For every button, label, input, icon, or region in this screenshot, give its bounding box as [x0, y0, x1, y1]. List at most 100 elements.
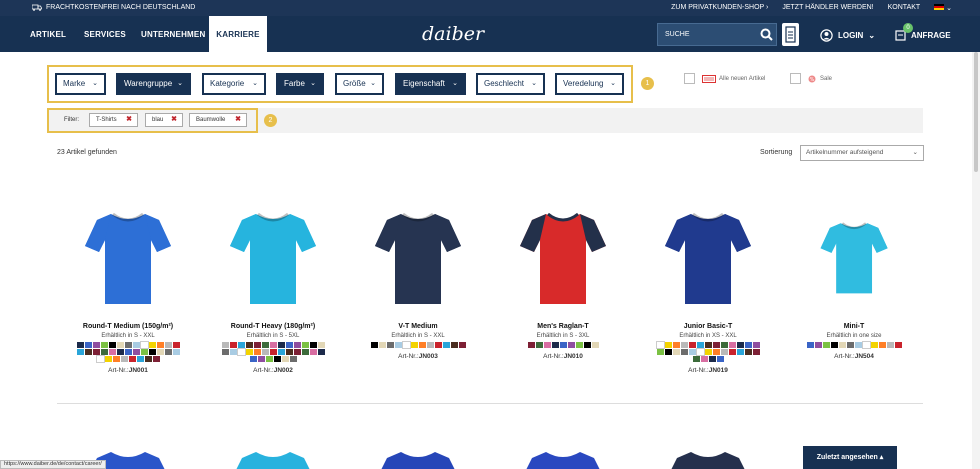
color-swatch[interactable] [172, 342, 180, 348]
color-swatch[interactable] [886, 342, 894, 348]
color-swatch[interactable] [700, 356, 708, 362]
color-swatch[interactable] [285, 342, 293, 348]
product-card[interactable]: V-T Medium Erhältlich in S - XXL Art-Nr.:J… [348, 200, 488, 360]
scrollbar-thumb[interactable] [974, 52, 978, 172]
color-swatch[interactable] [277, 349, 285, 355]
product-name[interactable]: Mini-T [784, 323, 924, 330]
color-swatch[interactable] [551, 342, 559, 348]
color-swatch[interactable] [221, 349, 229, 355]
color-swatch[interactable] [870, 342, 878, 348]
color-swatch[interactable] [704, 349, 712, 355]
color-swatch[interactable] [269, 342, 277, 348]
color-swatch[interactable] [410, 342, 418, 348]
remove-filter-icon[interactable]: ✖ [126, 114, 132, 126]
color-swatch[interactable] [84, 342, 92, 348]
color-swatch[interactable] [672, 342, 680, 348]
color-swatch[interactable] [92, 342, 100, 348]
color-swatch[interactable] [108, 342, 116, 348]
color-swatch[interactable] [132, 342, 140, 348]
color-swatch[interactable] [680, 342, 688, 348]
filter-geschlecht[interactable]: Geschlecht ⌄ [476, 73, 545, 95]
color-swatch[interactable] [289, 356, 297, 362]
search-icon[interactable] [760, 28, 773, 41]
filter-eigenschaft[interactable]: Eigenschaft ⌄ [395, 73, 466, 95]
color-swatch[interactable] [708, 356, 716, 362]
color-swatch[interactable] [744, 349, 752, 355]
color-swatch[interactable] [132, 349, 140, 355]
color-swatch[interactable] [720, 349, 728, 355]
color-swatch[interactable] [846, 342, 854, 348]
color-swatch[interactable] [535, 342, 543, 348]
product-image[interactable] [203, 200, 343, 312]
language-selector[interactable]: ⌄ [934, 4, 952, 12]
product-name[interactable]: Round-T Medium (150g/m²) [58, 323, 198, 330]
filter-farbe[interactable]: Farbe ⌄ [276, 73, 324, 95]
color-swatch[interactable] [229, 349, 237, 355]
color-swatch[interactable] [838, 342, 846, 348]
color-swatch[interactable] [567, 342, 575, 348]
color-swatch[interactable] [575, 342, 583, 348]
color-swatch[interactable] [124, 349, 132, 355]
color-swatch[interactable] [128, 356, 136, 362]
color-swatch[interactable] [736, 349, 744, 355]
login-button[interactable]: LOGIN ⌄ [820, 29, 875, 42]
color-swatch[interactable] [309, 349, 317, 355]
daiber-logo[interactable]: daiber [422, 23, 484, 45]
color-swatch[interactable] [656, 349, 664, 355]
color-swatch[interactable] [712, 349, 720, 355]
color-swatch[interactable] [221, 342, 229, 348]
clipboard-icon[interactable] [782, 23, 799, 46]
color-swatch[interactable] [806, 342, 814, 348]
color-swatch[interactable] [76, 349, 84, 355]
color-swatch[interactable] [285, 349, 293, 355]
color-swatch[interactable] [100, 349, 108, 355]
color-swatch[interactable] [229, 342, 237, 348]
color-swatch[interactable] [527, 342, 535, 348]
color-swatch[interactable] [861, 341, 871, 349]
filter-tag-baumwolle[interactable]: Baumwolle ✖ [189, 113, 247, 127]
color-swatch[interactable] [261, 349, 269, 355]
product-image[interactable] [493, 200, 633, 312]
color-swatch[interactable] [894, 342, 902, 348]
color-swatch[interactable] [688, 349, 696, 355]
color-swatch[interactable] [664, 349, 672, 355]
color-swatch[interactable] [269, 349, 277, 355]
color-swatch[interactable] [830, 342, 838, 348]
color-swatch[interactable] [301, 342, 309, 348]
color-swatch[interactable] [814, 342, 822, 348]
product-card[interactable]: Junior Basic-T Erhältlich in XS - XXL Art-… [638, 200, 778, 374]
product-image[interactable] [58, 200, 198, 312]
color-swatch[interactable] [261, 342, 269, 348]
color-swatch[interactable] [84, 349, 92, 355]
color-swatch[interactable] [152, 356, 160, 362]
color-swatch[interactable] [120, 356, 128, 362]
color-swatch[interactable] [140, 349, 148, 355]
color-swatch[interactable] [378, 342, 386, 348]
color-swatch[interactable] [124, 342, 132, 348]
color-swatch[interactable] [317, 342, 325, 348]
color-swatch[interactable] [164, 342, 172, 348]
color-swatch[interactable] [695, 348, 705, 356]
color-swatch[interactable] [76, 342, 84, 348]
recently-viewed-button[interactable]: Zuletzt angesehen ▴ [803, 446, 897, 469]
color-swatch[interactable] [744, 342, 752, 348]
filter-warengruppe[interactable]: Warengruppe ⌄ [116, 73, 191, 95]
color-swatch[interactable] [736, 342, 744, 348]
scrollbar[interactable] [972, 52, 980, 469]
product-card[interactable]: Round-T Medium (150g/m²) Erhältlich in S … [58, 200, 198, 374]
color-swatch[interactable] [728, 349, 736, 355]
filter-tag-blau[interactable]: blau ✖ [145, 113, 183, 127]
privatkunden-link[interactable]: ZUM PRIVATKUNDEN-SHOP › [671, 4, 768, 12]
color-swatch[interactable] [156, 349, 164, 355]
product-image[interactable] [228, 448, 318, 469]
color-swatch[interactable] [293, 342, 301, 348]
color-swatch[interactable] [688, 342, 696, 348]
product-name[interactable]: Round-T Heavy (180g/m²) [203, 323, 343, 330]
color-swatch[interactable] [712, 342, 720, 348]
product-image[interactable] [784, 200, 924, 312]
color-swatch[interactable] [370, 342, 378, 348]
nav-services[interactable]: SERVICES [84, 16, 126, 52]
color-swatch[interactable] [458, 342, 466, 348]
haendler-link[interactable]: JETZT HÄNDLER WERDEN! [782, 4, 873, 12]
product-name[interactable]: V-T Medium [348, 323, 488, 330]
